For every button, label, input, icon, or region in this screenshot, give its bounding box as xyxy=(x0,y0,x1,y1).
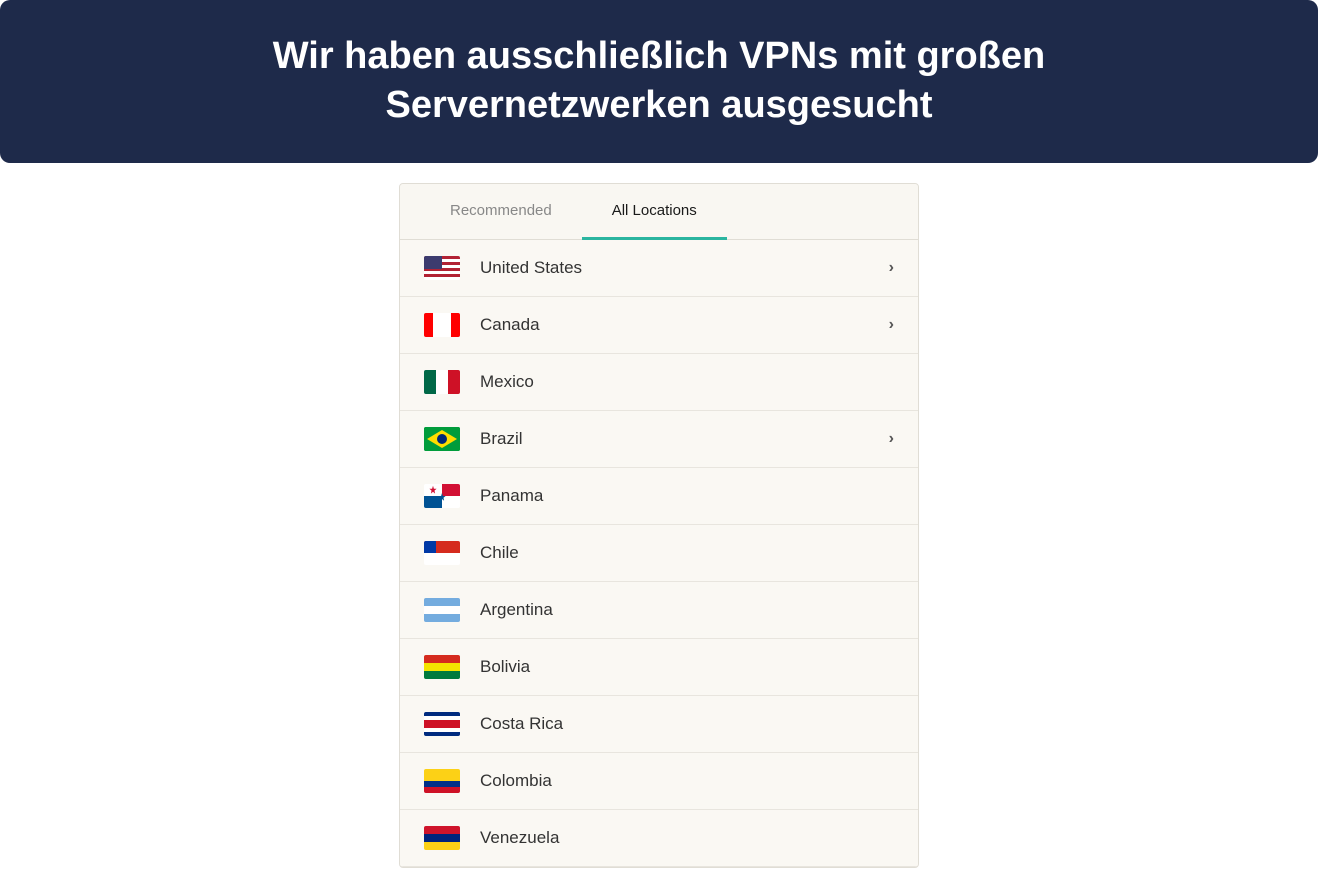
tab-recommended[interactable]: Recommended xyxy=(420,184,582,240)
country-name-ve: Venezuela xyxy=(480,828,894,848)
country-name-co: Colombia xyxy=(480,771,894,791)
chevron-us: › xyxy=(889,259,894,277)
flag-mx xyxy=(424,370,460,394)
list-item-br[interactable]: Brazil › xyxy=(400,411,918,468)
vpn-panel: Recommended All Locations United States … xyxy=(399,183,919,868)
header-title: Wir haben ausschließlich VPNs mit großen… xyxy=(60,32,1258,131)
flag-ca xyxy=(424,313,460,337)
list-item-ve[interactable]: Venezuela xyxy=(400,810,918,867)
flag-bo xyxy=(424,655,460,679)
country-name-bo: Bolivia xyxy=(480,657,894,677)
flag-ve xyxy=(424,826,460,850)
list-item-bo[interactable]: Bolivia xyxy=(400,639,918,696)
list-item-co[interactable]: Colombia xyxy=(400,753,918,810)
country-name-ar: Argentina xyxy=(480,600,894,620)
list-item-mx[interactable]: Mexico xyxy=(400,354,918,411)
location-list[interactable]: United States › Canada › Mexico Brazil › xyxy=(400,240,918,867)
header-banner: Wir haben ausschließlich VPNs mit großen… xyxy=(0,0,1318,163)
list-item-cl[interactable]: Chile xyxy=(400,525,918,582)
list-item-cr[interactable]: Costa Rica xyxy=(400,696,918,753)
flag-cr xyxy=(424,712,460,736)
country-name-us: United States xyxy=(480,258,889,278)
flag-co xyxy=(424,769,460,793)
flag-us xyxy=(424,256,460,280)
list-item-ar[interactable]: Argentina xyxy=(400,582,918,639)
chevron-ca: › xyxy=(889,316,894,334)
country-name-mx: Mexico xyxy=(480,372,894,392)
list-item-ca[interactable]: Canada › xyxy=(400,297,918,354)
country-name-cl: Chile xyxy=(480,543,894,563)
flag-ar xyxy=(424,598,460,622)
flag-br xyxy=(424,427,460,451)
tabs-row: Recommended All Locations xyxy=(400,184,918,240)
tab-all-locations[interactable]: All Locations xyxy=(582,184,727,240)
list-item-pa[interactable]: Panama xyxy=(400,468,918,525)
list-item-us[interactable]: United States › xyxy=(400,240,918,297)
chevron-br: › xyxy=(889,430,894,448)
country-name-pa: Panama xyxy=(480,486,894,506)
country-name-br: Brazil xyxy=(480,429,889,449)
country-name-ca: Canada xyxy=(480,315,889,335)
flag-pa xyxy=(424,484,460,508)
flag-cl xyxy=(424,541,460,565)
country-name-cr: Costa Rica xyxy=(480,714,894,734)
